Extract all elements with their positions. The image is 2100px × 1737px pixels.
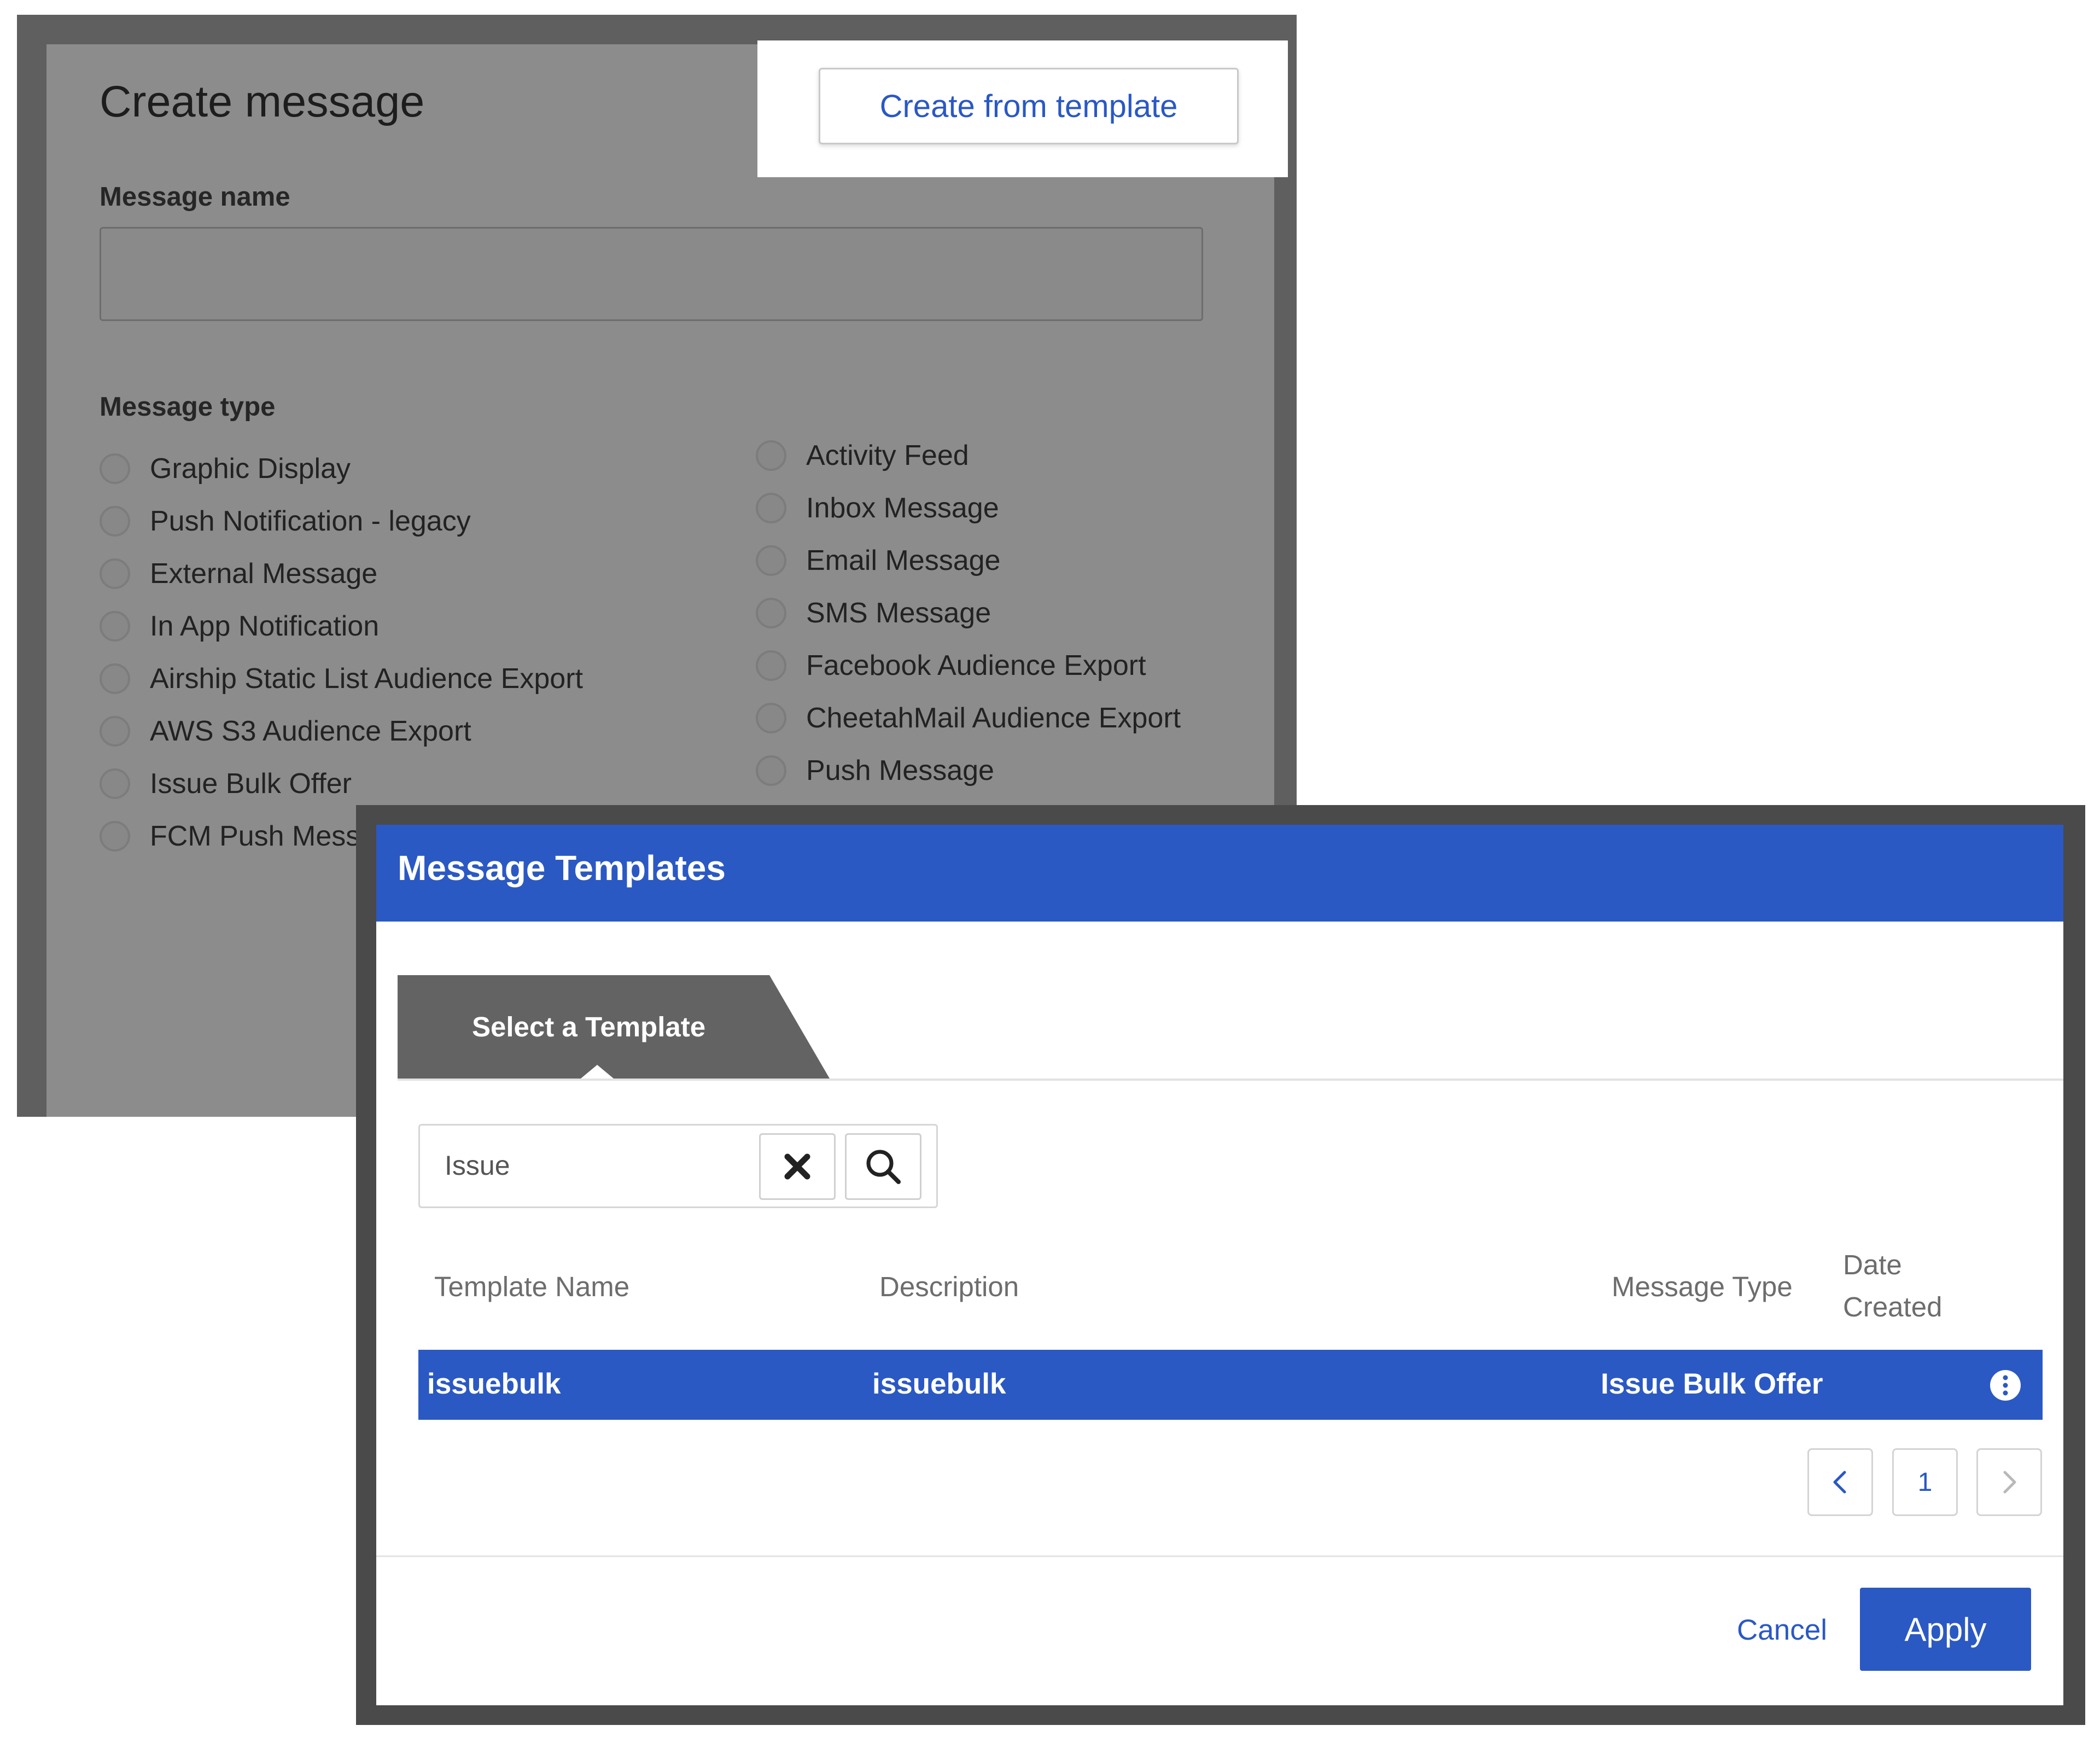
radio-label: AWS S3 Audience Export	[150, 715, 471, 747]
page-title: Create message	[100, 77, 425, 126]
modal-title: Message Templates	[398, 848, 726, 888]
search-input[interactable]: Issue	[445, 1150, 510, 1181]
radio-button[interactable]	[100, 506, 130, 537]
tab-label: Select a Template	[472, 1011, 706, 1042]
footer-divider	[376, 1555, 2063, 1557]
tab-divider	[398, 1079, 2063, 1081]
radio-button[interactable]	[100, 558, 130, 589]
radio-label: Issue Bulk Offer	[150, 768, 352, 800]
radio-inbox-message[interactable]: Inbox Message	[756, 489, 999, 527]
cell-message-type: Issue Bulk Offer	[1601, 1368, 1823, 1400]
radio-label: Email Message	[806, 545, 1001, 576]
radio-label: CheetahMail Audience Export	[806, 702, 1181, 734]
create-from-template-button[interactable]: Create from template	[819, 68, 1239, 144]
radio-aws-s3-audience-export[interactable]: AWS S3 Audience Export	[100, 712, 471, 750]
radio-button[interactable]	[756, 598, 786, 628]
radio-activity-feed[interactable]: Activity Feed	[756, 436, 969, 475]
radio-label: Graphic Display	[150, 453, 351, 485]
radio-label: Facebook Audience Export	[806, 650, 1146, 681]
pagination-next-button[interactable]	[1976, 1448, 2042, 1516]
radio-label: External Message	[150, 558, 378, 590]
search-icon	[866, 1150, 901, 1184]
radio-in-app-notification[interactable]: In App Notification	[100, 607, 379, 645]
chevron-right-icon	[2003, 1471, 2016, 1494]
modal-header: Message Templates	[376, 825, 2063, 922]
radio-button[interactable]	[756, 493, 786, 523]
radio-button[interactable]	[756, 755, 786, 786]
radio-graphic-display[interactable]: Graphic Display	[100, 450, 351, 488]
message-name-input[interactable]	[100, 227, 1203, 321]
column-header-date-created-line2[interactable]: Created	[1843, 1291, 1942, 1323]
radio-button[interactable]	[100, 453, 130, 484]
message-name-label: Message name	[100, 182, 290, 212]
radio-label: Push Notification - legacy	[150, 505, 471, 537]
column-header-description[interactable]: Description	[879, 1270, 1019, 1303]
radio-label: Activity Feed	[806, 440, 969, 471]
pagination-prev-button[interactable]	[1807, 1448, 1873, 1516]
message-type-label: Message type	[100, 392, 276, 422]
radio-external-message[interactable]: External Message	[100, 555, 377, 593]
close-icon	[784, 1153, 810, 1180]
radio-fcm-push-message[interactable]: FCM Push Messa	[100, 817, 376, 855]
radio-button[interactable]	[100, 821, 130, 852]
clear-search-button[interactable]	[759, 1133, 836, 1200]
cell-description: issuebulk	[872, 1368, 1006, 1400]
radio-button[interactable]	[100, 768, 130, 799]
cancel-button[interactable]: Cancel	[1737, 1613, 1827, 1647]
radio-label: Inbox Message	[806, 492, 999, 524]
radio-push-notification-legacy[interactable]: Push Notification - legacy	[100, 502, 471, 540]
radio-facebook-audience-export[interactable]: Facebook Audience Export	[756, 646, 1146, 685]
radio-label: Airship Static List Audience Export	[150, 663, 583, 695]
radio-sms-message[interactable]: SMS Message	[756, 594, 991, 632]
radio-button[interactable]	[100, 663, 130, 694]
info-icon[interactable]	[1989, 1369, 2022, 1402]
radio-button[interactable]	[756, 545, 786, 576]
search-button[interactable]	[845, 1133, 921, 1200]
radio-label: FCM Push Messa	[150, 820, 376, 852]
chevron-left-icon	[1833, 1471, 1846, 1494]
column-header-template-name[interactable]: Template Name	[434, 1270, 629, 1303]
pagination-page-1[interactable]: 1	[1892, 1448, 1958, 1516]
radio-button[interactable]	[756, 440, 786, 471]
radio-label: Push Message	[806, 755, 994, 786]
radio-button[interactable]	[100, 716, 130, 747]
column-header-message-type[interactable]: Message Type	[1612, 1270, 1793, 1303]
radio-button[interactable]	[756, 650, 786, 681]
radio-button[interactable]	[100, 611, 130, 642]
radio-airship-static-list-audience-export[interactable]: Airship Static List Audience Export	[100, 660, 583, 698]
template-search: Issue	[418, 1124, 938, 1208]
radio-push-message[interactable]: Push Message	[756, 751, 994, 790]
radio-label: SMS Message	[806, 597, 991, 629]
radio-label: In App Notification	[150, 610, 380, 642]
radio-email-message[interactable]: Email Message	[756, 541, 1000, 580]
column-header-date-created-line1[interactable]: Date	[1843, 1249, 1902, 1281]
radio-button[interactable]	[756, 703, 786, 733]
radio-cheetahmail-audience-export[interactable]: CheetahMail Audience Export	[756, 699, 1181, 737]
message-templates-modal: Message Templates Select a Template Issu…	[376, 825, 2063, 1705]
radio-issue-bulk-offer[interactable]: Issue Bulk Offer	[100, 765, 352, 803]
cell-template-name: issuebulk	[427, 1368, 561, 1400]
table-row[interactable]: issuebulk issuebulk Issue Bulk Offer	[418, 1350, 2043, 1420]
apply-button[interactable]: Apply	[1860, 1588, 2031, 1671]
